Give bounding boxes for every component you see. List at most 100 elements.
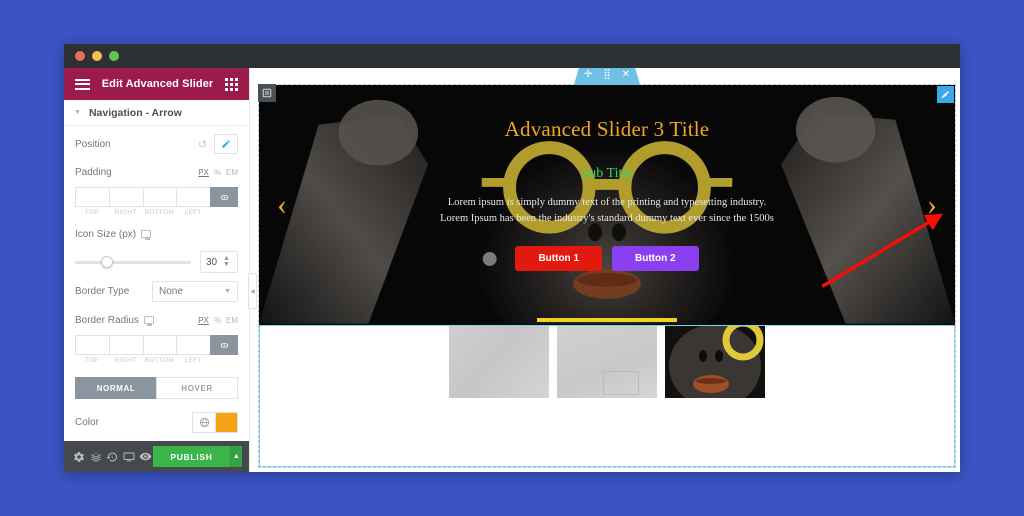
control-icon-size: Icon Size (px) ▲▼: [75, 216, 238, 273]
section-label: Navigation - Arrow: [88, 106, 182, 119]
radius-right-input[interactable]: [108, 335, 143, 355]
columns-handle-icon[interactable]: [258, 84, 276, 102]
radius-top-input[interactable]: [75, 335, 109, 355]
panel-scroll-area: Position ↻ Padding PX % EM TOP RIGHT BOT…: [64, 126, 249, 441]
panel-collapse-handle[interactable]: ◀: [248, 273, 257, 309]
control-position: Position ↻: [75, 126, 238, 154]
plus-icon[interactable]: ✛: [584, 70, 592, 80]
publish-button[interactable]: PUBLISH: [153, 446, 230, 467]
border-radius-units: PX % EM: [198, 316, 238, 325]
monitor-icon[interactable]: [141, 230, 152, 240]
icon-size-slider[interactable]: [75, 256, 191, 268]
padding-link-values-button[interactable]: [210, 187, 238, 207]
panel-header: Edit Advanced Slider: [64, 68, 249, 100]
position-label: Position: [75, 138, 111, 150]
slide-description: Lorem ipsum is simply dummy text of the …: [440, 197, 774, 225]
border-type-select[interactable]: None ▼: [152, 281, 238, 302]
label-right: RIGHT: [114, 357, 137, 364]
globe-glyph: [199, 417, 209, 428]
radius-side-labels: TOP RIGHT BOTTOM LEFT: [75, 357, 238, 364]
slide-buttons: Button 1 Button 2: [515, 245, 699, 271]
unit-percent[interactable]: %: [214, 316, 221, 325]
unit-em[interactable]: EM: [226, 316, 238, 325]
tab-normal[interactable]: NORMAL: [75, 377, 156, 399]
color-swatch[interactable]: [215, 412, 238, 433]
publish-options-button[interactable]: ▲: [229, 446, 243, 467]
border-type-label: Border Type: [75, 286, 130, 297]
spinner-updown-icon[interactable]: ▲ ▼: [223, 255, 230, 269]
padding-inputs: [75, 187, 238, 207]
slide-content: Advanced Slider 3 Title Sub Title Lorem …: [259, 85, 955, 325]
position-edit-button[interactable]: [214, 134, 238, 154]
slide-subtitle: Sub Title: [581, 166, 633, 181]
border-type-value: None: [159, 286, 183, 297]
drag-dots-icon[interactable]: ⣿: [603, 70, 610, 80]
caret-down-icon: ▼: [224, 288, 231, 295]
border-radius-label: Border Radius: [75, 315, 154, 326]
gear-icon[interactable]: [71, 441, 87, 472]
browser-window: Edit Advanced Slider ▼ Navigation - Arro…: [64, 44, 960, 472]
padding-units: PX % EM: [198, 168, 238, 177]
pencil-icon: [222, 140, 230, 148]
label-top: TOP: [84, 209, 99, 216]
globe-icon[interactable]: [192, 412, 215, 433]
thumbnail-3-image: [665, 326, 765, 398]
close-x-icon[interactable]: ✕: [622, 70, 630, 80]
window-titlebar: [64, 44, 960, 68]
label-bottom: BOTTOM: [144, 357, 175, 364]
slider-next-arrow[interactable]: ›: [927, 190, 937, 220]
responsive-icon[interactable]: [120, 441, 136, 472]
padding-right-input[interactable]: [108, 187, 143, 207]
slider-prev-arrow[interactable]: ‹: [277, 190, 287, 220]
color-label: Color: [75, 417, 99, 428]
padding-bottom-input[interactable]: [142, 187, 177, 207]
icon-size-text: Icon Size (px): [75, 228, 137, 240]
editor-panel: Edit Advanced Slider ▼ Navigation - Arro…: [64, 68, 257, 472]
label-right: RIGHT: [114, 209, 137, 216]
tab-hover[interactable]: HOVER: [156, 377, 238, 399]
panel-title: Edit Advanced Slider: [101, 78, 214, 90]
hamburger-icon[interactable]: [75, 78, 90, 90]
slide-button-2[interactable]: Button 2: [612, 245, 699, 271]
edit-badge[interactable]: [937, 86, 954, 103]
control-background-color: Background Color: [75, 433, 238, 441]
unit-percent[interactable]: %: [214, 168, 221, 177]
thumbnail-2[interactable]: [557, 326, 657, 398]
state-tabs: NORMAL HOVER: [75, 377, 238, 399]
reset-icon[interactable]: ↻: [198, 138, 207, 151]
icon-size-numberbox[interactable]: ▲▼: [200, 251, 238, 273]
slide-title: Advanced Slider 3 Title: [504, 117, 710, 141]
border-radius-inputs: [75, 335, 238, 355]
link-icon: [220, 342, 228, 348]
control-border-radius: Border Radius PX % EM TOP RIGHT BOTTOM L…: [75, 302, 238, 364]
unit-px[interactable]: PX: [198, 316, 209, 325]
slide-1: Advanced Slider 3 Title Sub Title Lorem …: [259, 85, 955, 325]
minimize-window-button[interactable]: [92, 51, 102, 61]
close-window-button[interactable]: [75, 51, 85, 61]
unit-em[interactable]: EM: [226, 168, 238, 177]
layers-icon[interactable]: [87, 441, 103, 472]
unit-px[interactable]: PX: [198, 168, 209, 177]
section-navigation-arrow[interactable]: ▼ Navigation - Arrow: [64, 100, 249, 126]
icon-size-slider-knob[interactable]: [101, 256, 114, 268]
slider-thumbnail-strip: [259, 325, 955, 467]
color-picker: [192, 412, 238, 433]
radius-bottom-input[interactable]: [142, 335, 177, 355]
grid-apps-icon[interactable]: [225, 77, 238, 91]
monitor-icon[interactable]: [143, 316, 154, 326]
history-icon[interactable]: [104, 441, 120, 472]
thumbnail-3[interactable]: [665, 326, 765, 398]
padding-left-input[interactable]: [176, 187, 210, 207]
padding-label: Padding: [75, 166, 112, 178]
padding-top-input[interactable]: [75, 187, 109, 207]
preview-eye-icon[interactable]: [137, 441, 153, 472]
icon-size-input[interactable]: [201, 256, 223, 268]
radius-left-input[interactable]: [176, 335, 210, 355]
padding-side-labels: TOP RIGHT BOTTOM LEFT: [75, 209, 238, 216]
thumbnail-1[interactable]: [449, 326, 549, 398]
maximize-window-button[interactable]: [109, 51, 119, 61]
caret-down-icon: ▼: [74, 109, 81, 116]
slide-button-1[interactable]: Button 1: [515, 245, 602, 271]
label-left: LEFT: [184, 357, 202, 364]
radius-link-values-button[interactable]: [210, 335, 238, 355]
